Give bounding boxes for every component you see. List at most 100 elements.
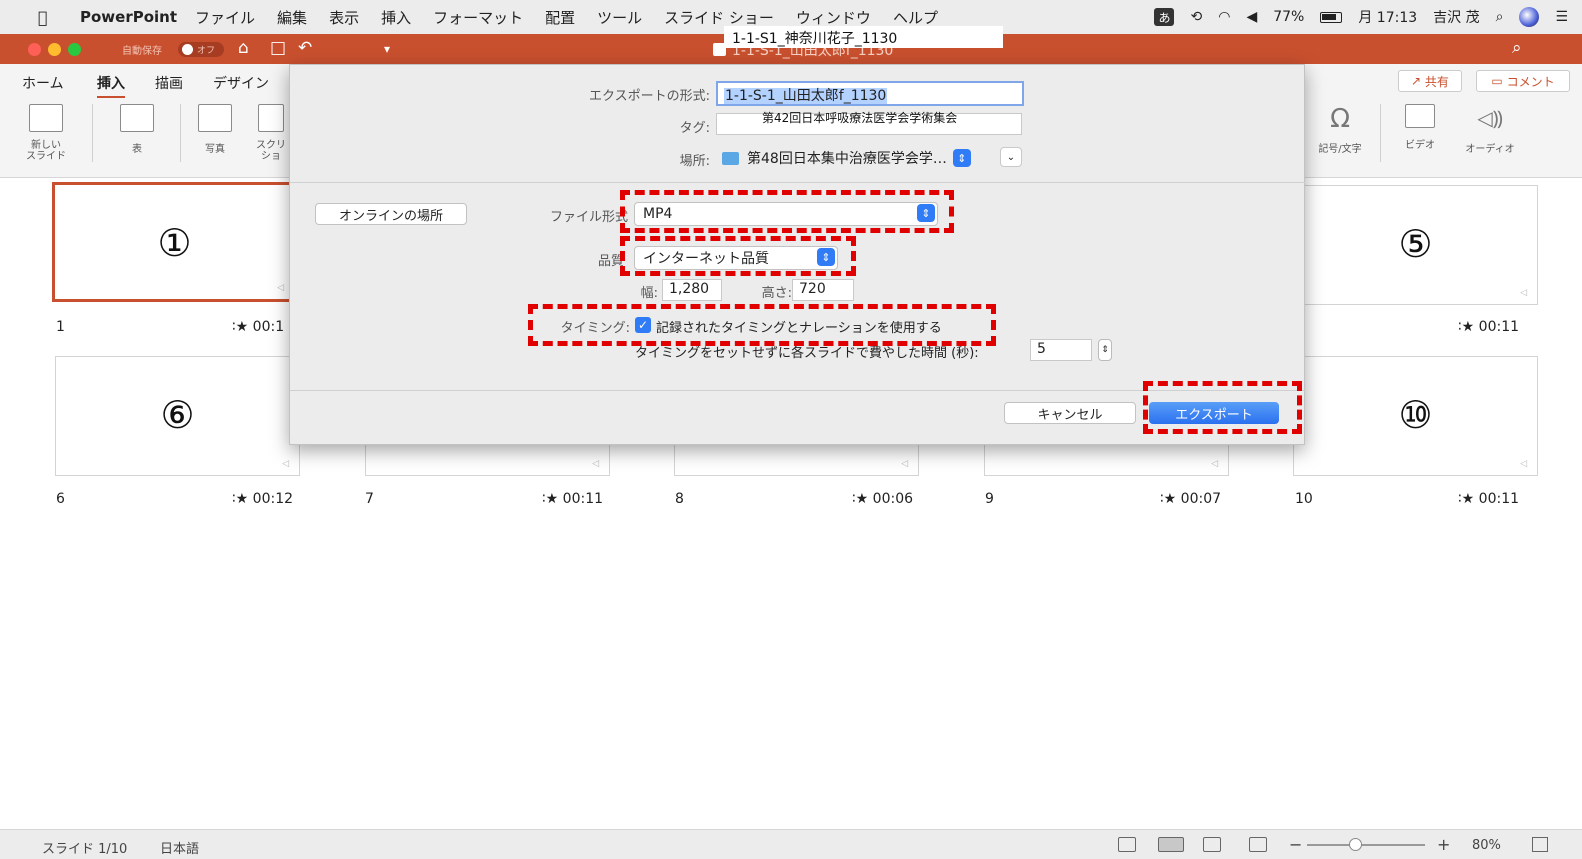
pictures-button[interactable]: 写真 bbox=[192, 104, 238, 155]
slide-thumbnail-1[interactable]: ① ◁ bbox=[52, 182, 297, 302]
slide-thumbnail-5[interactable]: ⑤ ◁ bbox=[1293, 185, 1538, 305]
wifi-icon[interactable]: ◠ bbox=[1218, 9, 1230, 25]
dialog-divider bbox=[290, 390, 1306, 391]
input-method-icon[interactable]: あ bbox=[1154, 8, 1175, 26]
export-button[interactable]: エクスポート bbox=[1149, 402, 1279, 424]
zoom-window-button[interactable] bbox=[68, 43, 81, 56]
zoom-in-button[interactable]: + bbox=[1437, 835, 1450, 854]
screenshot-button[interactable]: スクリ ショ bbox=[256, 104, 286, 162]
menu-insert[interactable]: 挿入 bbox=[381, 7, 411, 28]
tab-home[interactable]: ホーム bbox=[22, 73, 64, 93]
folder-icon bbox=[722, 151, 739, 165]
app-menu[interactable]: PowerPoint bbox=[80, 8, 177, 26]
menu-edit[interactable]: 編集 bbox=[277, 7, 307, 28]
slide-time-value: 00:06 bbox=[872, 491, 914, 507]
online-locations-button[interactable]: オンラインの場所 bbox=[315, 203, 467, 225]
video-button[interactable]: ビデオ bbox=[1396, 104, 1444, 151]
comment-icon: ▭ bbox=[1491, 74, 1507, 88]
use-timings-checkbox[interactable]: ✓ bbox=[635, 317, 651, 333]
share-button[interactable]: ↗ 共有 bbox=[1398, 70, 1462, 92]
undo-icon[interactable]: ↶ bbox=[298, 38, 312, 58]
menu-format[interactable]: フォーマット bbox=[433, 7, 523, 28]
search-icon[interactable]: ⌕ bbox=[1512, 38, 1522, 58]
menu-view[interactable]: 表示 bbox=[329, 7, 359, 28]
minimize-window-button[interactable] bbox=[48, 43, 61, 56]
seconds-stepper[interactable]: ⇕ bbox=[1098, 339, 1112, 361]
menu-slideshow[interactable]: スライド ショー bbox=[664, 7, 774, 28]
clock[interactable]: 月 17:13 bbox=[1358, 7, 1417, 27]
zoom-slider-track[interactable] bbox=[1307, 844, 1425, 846]
slide-sorter-view-icon[interactable] bbox=[1158, 837, 1184, 852]
slideshow-view-icon[interactable] bbox=[1249, 837, 1267, 852]
home-icon[interactable]: ⌂ bbox=[238, 38, 249, 58]
normal-view-icon[interactable] bbox=[1118, 837, 1136, 852]
user-name[interactable]: 吉沢 茂 bbox=[1433, 7, 1479, 27]
menu-help[interactable]: ヘルプ bbox=[893, 7, 938, 28]
expand-dialog-button[interactable]: ⌄ bbox=[1000, 147, 1022, 167]
comment-button[interactable]: ▭ コメント bbox=[1476, 70, 1570, 92]
export-as-field[interactable]: 1-1-S-1_山田太郎f_1130 bbox=[716, 81, 1024, 106]
audio-button[interactable]: ◁⸩ オーディオ bbox=[1458, 104, 1522, 155]
slide-timing: ∶★ 00:1 bbox=[232, 319, 284, 335]
chevron-down-icon: ⌄ bbox=[1006, 151, 1016, 163]
quality-popup[interactable]: インターネット品質 ⇕ bbox=[634, 246, 838, 270]
file-format-popup[interactable]: MP4 ⇕ bbox=[634, 202, 938, 226]
time-machine-icon[interactable]: ⟲ bbox=[1190, 9, 1202, 25]
tab-design[interactable]: デザイン bbox=[213, 73, 269, 93]
use-timings-label[interactable]: 記録されたタイミングとナレーションを使用する bbox=[656, 317, 942, 336]
transition-star-icon: ∶★ bbox=[1458, 491, 1479, 507]
seconds-per-slide-field[interactable]: 5 bbox=[1030, 339, 1092, 361]
zoom-slider-handle[interactable] bbox=[1349, 838, 1362, 851]
tab-insert[interactable]: 挿入 bbox=[97, 73, 125, 99]
new-slide-icon bbox=[29, 104, 63, 132]
close-window-button[interactable] bbox=[28, 43, 41, 56]
transition-star-icon: ∶★ bbox=[232, 319, 253, 335]
battery-percent[interactable]: 77% bbox=[1273, 9, 1304, 25]
new-slide-label: 新しい スライド bbox=[26, 140, 66, 162]
symbol-button[interactable]: Ω 記号/文字 bbox=[1316, 104, 1364, 155]
reading-view-icon[interactable] bbox=[1203, 837, 1221, 852]
menu-tools[interactable]: ツール bbox=[597, 7, 642, 28]
where-popup[interactable]: 第48回日本集中治療医学会学… ⇕ bbox=[722, 147, 971, 169]
zoom-level[interactable]: 80% bbox=[1472, 838, 1501, 853]
menu-window[interactable]: ウィンドウ bbox=[796, 7, 871, 28]
slide-time-value: 00:11 bbox=[1478, 491, 1520, 507]
ribbon-divider bbox=[92, 104, 93, 162]
autosave-state: オフ bbox=[197, 46, 216, 56]
siri-icon[interactable] bbox=[1519, 7, 1540, 27]
autosave-toggle[interactable]: オフ bbox=[178, 42, 224, 57]
slide-number: 7 bbox=[365, 491, 374, 507]
battery-icon[interactable] bbox=[1320, 11, 1343, 23]
audio-indicator-icon: ◁ bbox=[1520, 288, 1527, 298]
new-slide-button[interactable]: 新しい スライド bbox=[26, 104, 66, 162]
slide-content: ⑥ bbox=[160, 393, 195, 437]
control-center-icon[interactable]: ☰ bbox=[1555, 9, 1568, 25]
language-indicator[interactable]: 日本語 bbox=[160, 838, 199, 857]
symbol-label: 記号/文字 bbox=[1318, 144, 1362, 155]
customize-toolbar-icon[interactable]: ▾ bbox=[384, 42, 390, 56]
height-label: 高さ: bbox=[761, 286, 792, 301]
menu-arrange[interactable]: 配置 bbox=[545, 7, 575, 28]
slide-thumbnail-10[interactable]: ⑩ ◁ bbox=[1293, 356, 1538, 476]
omega-icon: Ω bbox=[1330, 104, 1350, 134]
table-button[interactable]: 表 bbox=[112, 104, 162, 155]
slide-timing: ∶★ 00:11 bbox=[542, 491, 603, 507]
tab-draw[interactable]: 描画 bbox=[155, 73, 183, 93]
popup-arrows-icon: ⇕ bbox=[817, 248, 835, 266]
cancel-button[interactable]: キャンセル bbox=[1004, 402, 1136, 424]
apple-menu-icon[interactable]:  bbox=[38, 8, 58, 27]
menu-file[interactable]: ファイル bbox=[195, 7, 255, 28]
spotlight-search-icon[interactable]: ⌕ bbox=[1496, 9, 1504, 25]
fit-to-window-icon[interactable] bbox=[1532, 837, 1548, 852]
transition-star-icon: ∶★ bbox=[542, 491, 563, 507]
toggle-knob bbox=[182, 44, 193, 55]
save-icon[interactable]: □ bbox=[270, 38, 286, 58]
ribbon-divider bbox=[1380, 104, 1381, 162]
screenshot-label: スクリ ショ bbox=[256, 140, 286, 162]
volume-icon[interactable]: ◀ bbox=[1246, 9, 1257, 25]
zoom-out-button[interactable]: − bbox=[1289, 835, 1302, 854]
seconds-per-slide-label: タイミングをセットせずに各スライドで費やした時間 (秒): bbox=[635, 346, 979, 361]
slide-thumbnail-6[interactable]: ⑥ ◁ bbox=[55, 356, 300, 476]
video-icon bbox=[1405, 104, 1435, 128]
height-value: 720 bbox=[792, 279, 854, 301]
